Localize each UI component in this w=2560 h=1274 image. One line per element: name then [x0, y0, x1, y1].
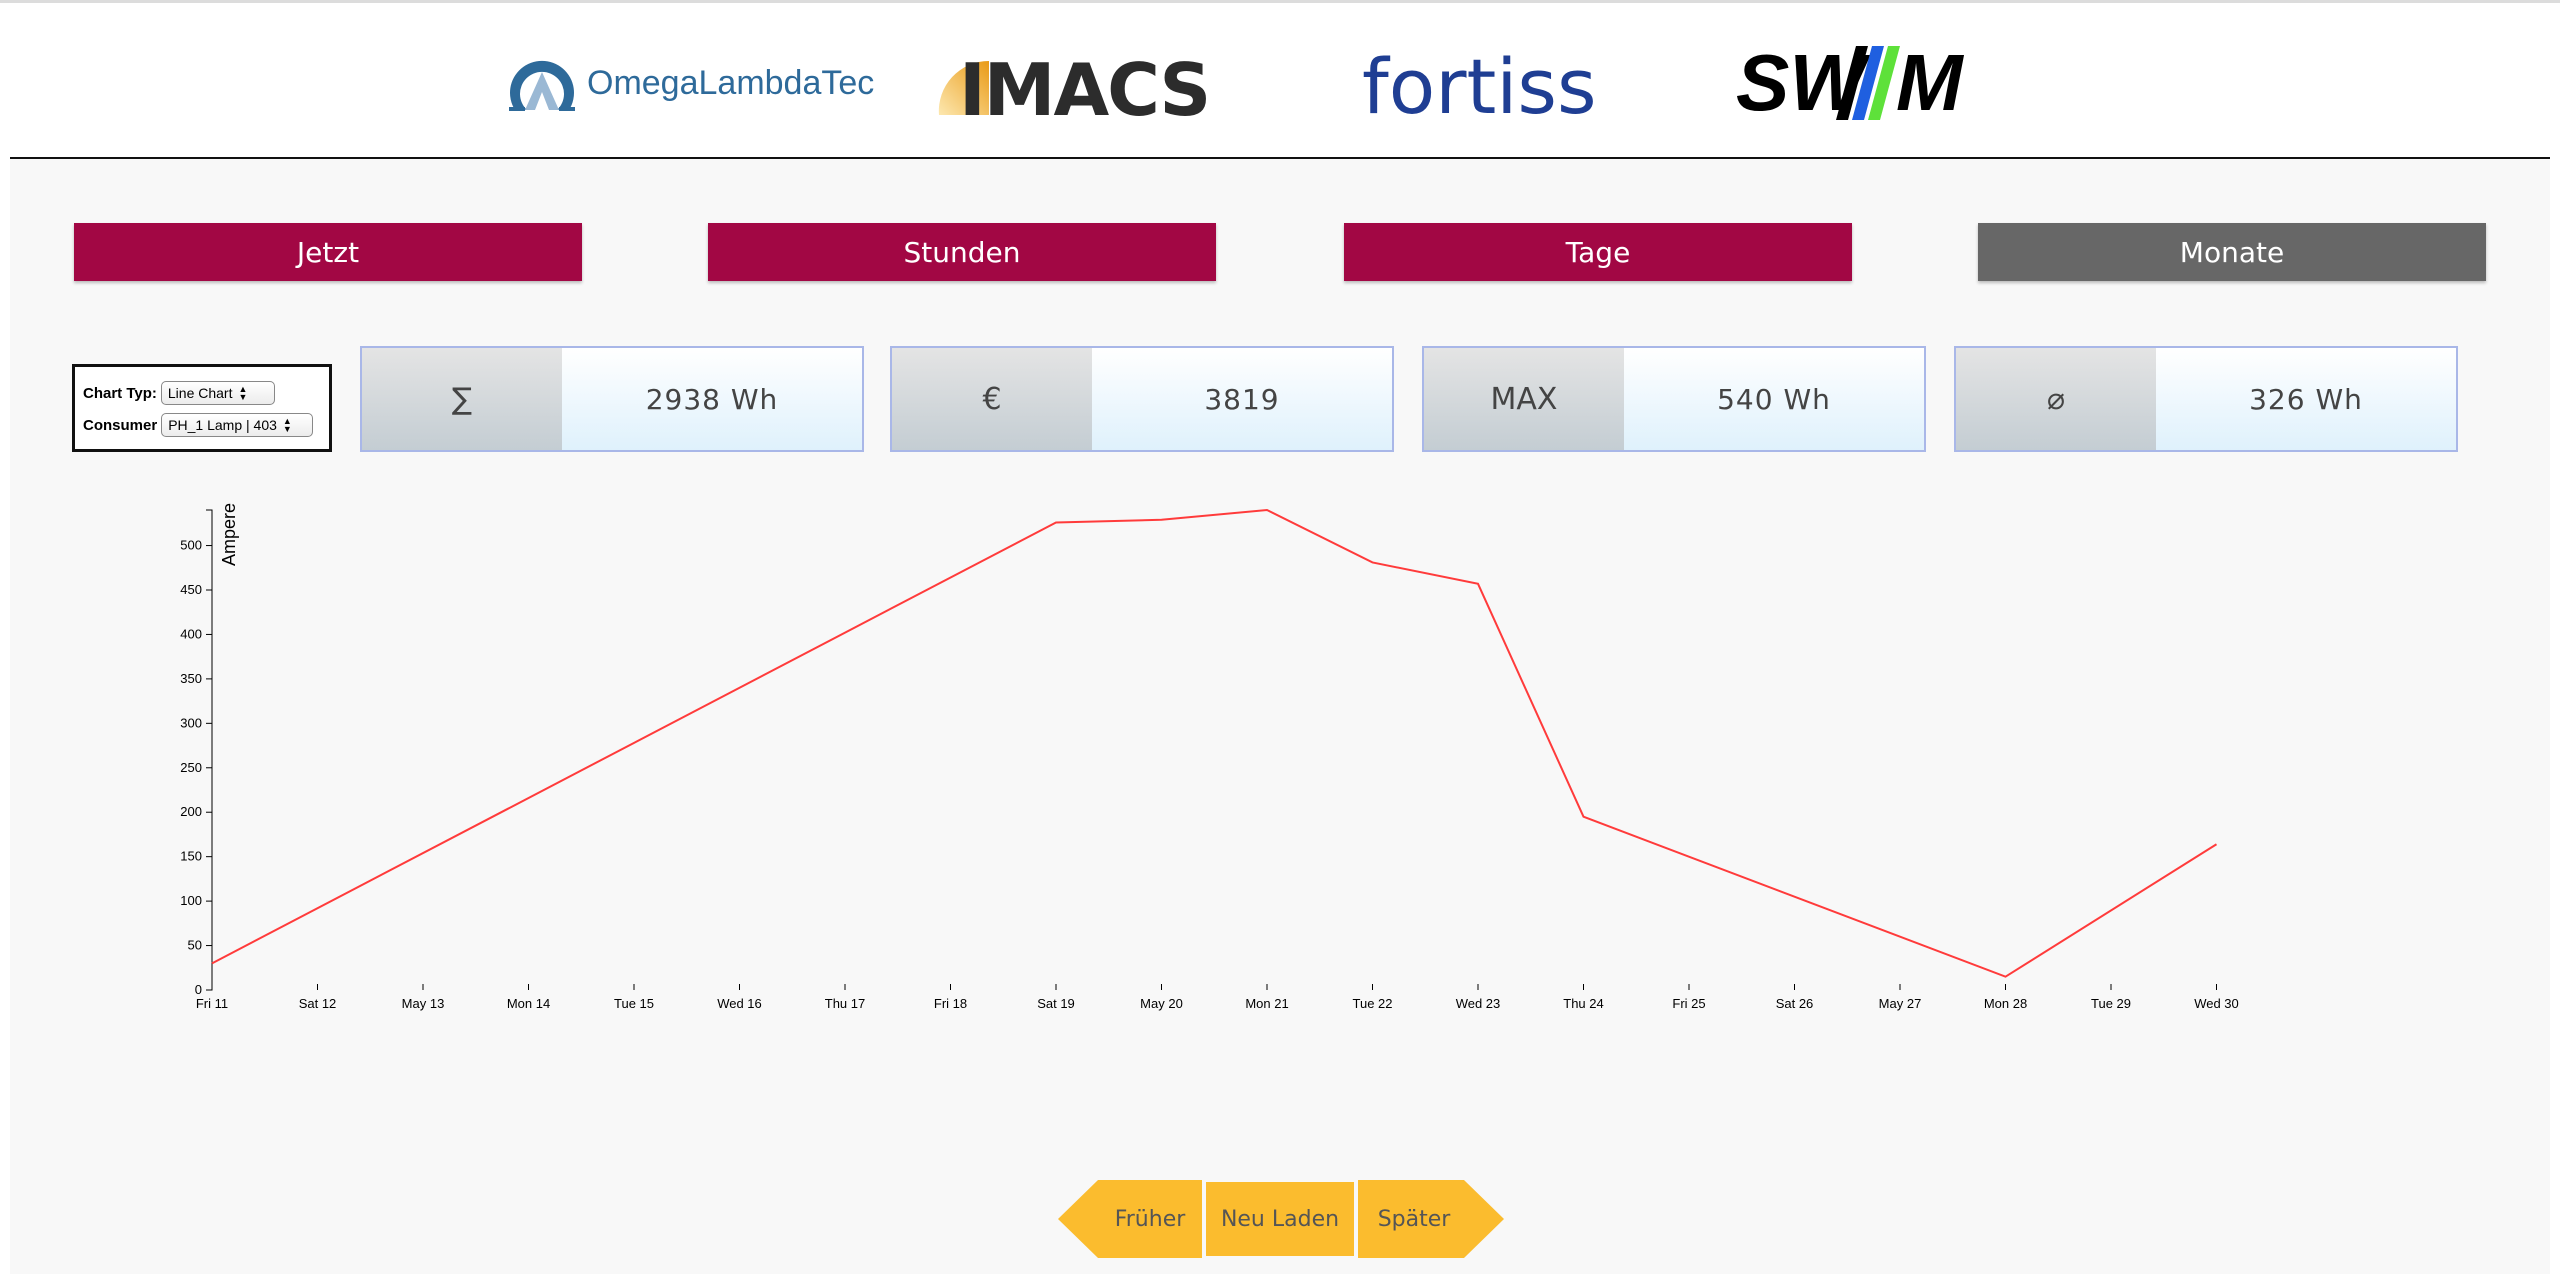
omega-lambda-icon: [509, 60, 575, 111]
range-button-monate[interactable]: Monate: [1978, 223, 2486, 281]
x-tick-label: Fri 18: [934, 996, 967, 1011]
y-tick-label: 350: [180, 671, 202, 686]
x-tick-label: May 27: [1879, 996, 1922, 1011]
y-axis: 0 50 100 150 200 250 300 350 400 450 500: [180, 509, 213, 997]
y-tick-label: 250: [180, 760, 202, 775]
select-arrows-icon: ▲ ▼: [282, 416, 292, 434]
earlier-button[interactable]: Früher: [1058, 1180, 1202, 1258]
y-tick-label: 300: [180, 715, 202, 730]
x-tick-label: Sat 26: [1776, 996, 1814, 1011]
y-axis-label: Ampere: [219, 503, 239, 566]
stat-cost: € 3819: [890, 346, 1394, 452]
stat-sum-value: 2938 Wh: [562, 348, 862, 450]
x-tick-label: Wed 30: [2194, 996, 2239, 1011]
swm-logo-mark: SW M: [1736, 40, 1965, 126]
y-tick-label: 100: [180, 893, 202, 908]
stat-sum: ∑ 2938 Wh: [360, 346, 864, 452]
stat-average: ⌀ 326 Wh: [1954, 346, 2458, 452]
earlier-button-label: Früher: [1114, 1206, 1186, 1232]
y-tick-label: 450: [180, 582, 202, 597]
max-label: MAX: [1424, 348, 1624, 450]
x-tick-label: Fri 25: [1672, 996, 1705, 1011]
average-icon: ⌀: [1956, 348, 2156, 450]
imacs-wordmark: IMACS: [959, 48, 1211, 132]
logo-swm: SW M: [1736, 40, 1986, 126]
later-button-label: Später: [1377, 1206, 1451, 1232]
reload-button-label: Neu Laden: [1220, 1206, 1340, 1232]
x-tick-label: Sat 19: [1037, 996, 1075, 1011]
select-arrows-icon: ▲ ▼: [238, 384, 248, 402]
x-tick-label: Mon 21: [1245, 996, 1288, 1011]
x-tick-label: Mon 28: [1984, 996, 2027, 1011]
stat-max: MAX 540 Wh: [1422, 346, 1926, 452]
x-tick-label: Tue 22: [1353, 996, 1393, 1011]
y-axis-line: [206, 509, 213, 991]
reload-button[interactable]: Neu Laden: [1206, 1182, 1354, 1256]
x-tick-label: May 13: [402, 996, 445, 1011]
chart-type-select[interactable]: Line Chart ▲ ▼: [160, 381, 275, 405]
stat-cost-value: 3819: [1092, 348, 1392, 450]
x-tick-label: Wed 16: [717, 996, 762, 1011]
x-tick-label: Fri 11: [196, 996, 228, 1011]
stat-average-value: 326 Wh: [2156, 348, 2456, 450]
logo-fortiss: fortiss: [1362, 42, 1597, 131]
chart-type-value: Line Chart: [167, 385, 233, 401]
consumer-value: PH_1 Lamp | 403: [168, 417, 277, 433]
svg-text:M: M: [1896, 40, 1965, 126]
chart-type-row: Chart Typ: Line Chart ▲ ▼: [83, 381, 275, 405]
consumer-label: Consumer: [83, 416, 158, 434]
consumer-select[interactable]: PH_1 Lamp | 403 ▲ ▼: [161, 413, 314, 437]
omegalambdatec-wordmark: OmegaLambdaTec: [587, 63, 875, 102]
y-tick-label: 200: [180, 804, 202, 819]
y-tick-label: 400: [180, 626, 202, 641]
x-tick-label: Mon 14: [507, 996, 550, 1011]
consumer-row: Consumer PH_1 Lamp | 403 ▲ ▼: [83, 413, 314, 437]
euro-icon: €: [892, 348, 1092, 450]
x-tick-label: Sat 12: [299, 996, 337, 1011]
y-tick-label: 50: [188, 938, 202, 953]
y-tick-label: 150: [180, 849, 202, 864]
chart-type-label: Chart Typ:: [83, 384, 157, 402]
range-button-stunden[interactable]: Stunden: [708, 223, 1216, 281]
logo-omegalambdatec: OmegaLambdaTec: [505, 52, 874, 114]
fortiss-wordmark: fortiss: [1362, 42, 1597, 131]
logo-imacs: IMACS: [935, 48, 1211, 132]
x-axis: Fri 11 Sat 12 May 13 Mon 14 Tue 15 Wed 16 Thu …: [196, 984, 2239, 1011]
range-button-tage[interactable]: Tage: [1344, 223, 1852, 281]
x-tick-label: May 20: [1140, 996, 1183, 1011]
stat-max-value: 540 Wh: [1624, 348, 1924, 450]
partner-logos: OmegaLambdaTec IMACS fortiss SW M: [0, 0, 2560, 158]
y-tick-label: 0: [195, 982, 202, 997]
later-button[interactable]: Später: [1358, 1180, 1504, 1258]
x-tick-label: Thu 17: [825, 996, 865, 1011]
x-tick-label: Tue 29: [2091, 996, 2131, 1011]
x-tick-label: Thu 24: [1563, 996, 1603, 1011]
x-tick-label: Tue 15: [614, 996, 654, 1011]
x-tick-label: Wed 23: [1456, 996, 1501, 1011]
line-chart: 0 50 100 150 200 250 300 350 400 450 500 Fri 11 Sat…: [180, 503, 2239, 1011]
y-tick-label: 500: [180, 538, 202, 553]
sum-icon: ∑: [362, 348, 562, 450]
series-line: [211, 508, 2218, 978]
range-button-jetzt[interactable]: Jetzt: [74, 223, 582, 281]
chart-controls: Chart Typ: Line Chart ▲ ▼ Consumer PH_1 L…: [72, 364, 332, 452]
